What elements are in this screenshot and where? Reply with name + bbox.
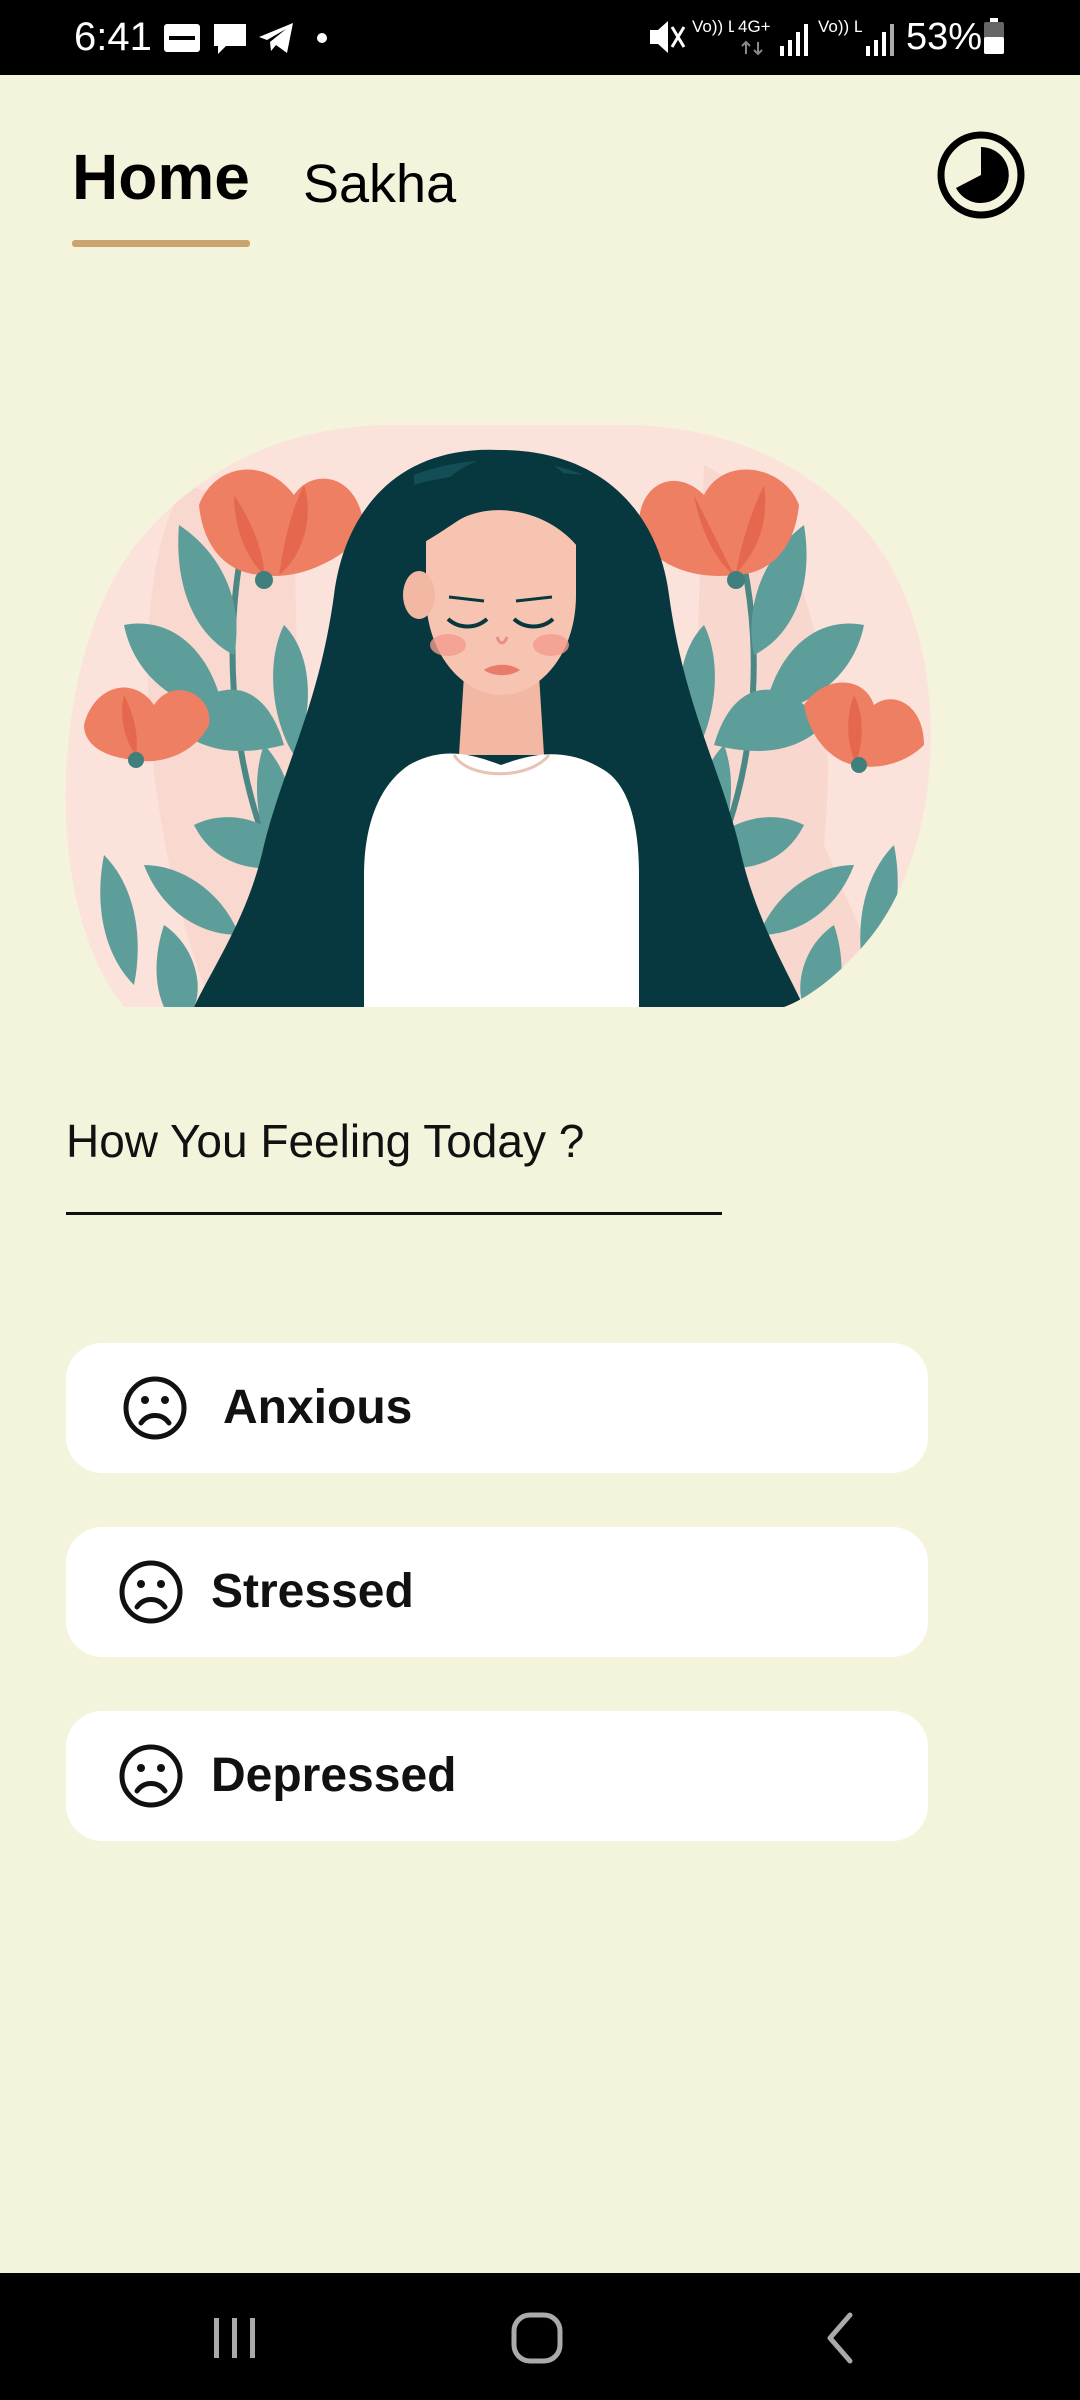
- network-type-text: 4G+: [738, 17, 771, 56]
- network-1-text: Vo)) LTE1: [692, 17, 734, 36]
- hero-illustration: [65, 425, 931, 1007]
- mood-label: Depressed: [211, 1749, 457, 1802]
- status-time: 6:41: [74, 15, 152, 59]
- svg-text:Vo)) LTE2: Vo)) LTE2: [818, 17, 862, 36]
- tab-sakha[interactable]: Sakha: [303, 152, 456, 216]
- mood-label: Anxious: [223, 1381, 413, 1434]
- dot-icon: [317, 33, 327, 43]
- mood-option-stressed[interactable]: Stressed: [66, 1527, 928, 1657]
- sad-face-icon: [119, 1744, 183, 1808]
- mood-option-depressed[interactable]: Depressed: [66, 1711, 928, 1841]
- battery-percentage: 53%: [906, 16, 983, 58]
- message-icon: [214, 24, 246, 54]
- zomato-icon: [164, 24, 200, 52]
- active-tab-indicator: [72, 240, 250, 247]
- signal-icon: [866, 24, 894, 56]
- recents-icon[interactable]: [200, 2303, 270, 2373]
- status-bar: 6:41 Vo)) LTE1 4G+ Vo)) LTE2: [0, 0, 1080, 75]
- home-icon[interactable]: [502, 2303, 572, 2373]
- mood-label: Stressed: [211, 1565, 414, 1618]
- question-divider: [66, 1212, 722, 1215]
- sad-face-icon: [123, 1376, 187, 1440]
- signal-icon: [780, 24, 808, 56]
- back-icon[interactable]: [806, 2303, 876, 2373]
- svg-text:4G+: 4G+: [738, 17, 771, 36]
- battery-icon: [984, 18, 1004, 54]
- svg-text:Vo)) LTE1: Vo)) LTE1: [692, 17, 734, 36]
- mute-icon: [650, 21, 686, 53]
- theme-toggle-icon[interactable]: [936, 130, 1026, 220]
- network-2-text: Vo)) LTE2: [818, 17, 862, 36]
- telegram-icon: [259, 23, 293, 53]
- mood-option-anxious[interactable]: Anxious: [66, 1343, 928, 1473]
- tab-home[interactable]: Home: [72, 140, 250, 214]
- sad-face-icon: [119, 1560, 183, 1624]
- mood-question: How You Feeling Today ?: [66, 1115, 585, 1167]
- system-nav-bar: [0, 2273, 1080, 2400]
